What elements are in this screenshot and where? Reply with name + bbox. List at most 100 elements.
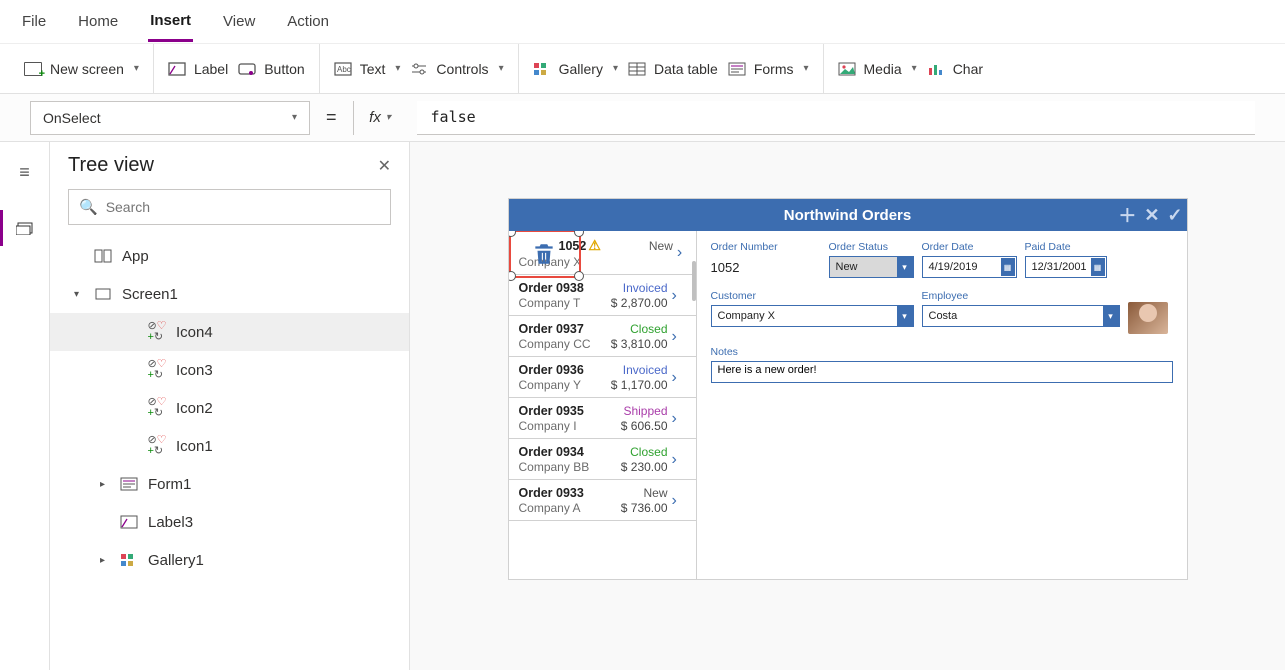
- chevron-right-icon: ›: [677, 244, 693, 262]
- order-row[interactable]: Order 0934Closed›Company BB$ 230.00: [509, 439, 696, 480]
- label-icon: [118, 513, 140, 531]
- order-date-input[interactable]: 4/19/2019 ▦: [922, 256, 1017, 278]
- order-row[interactable]: Order 0933New›Company A$ 736.00: [509, 480, 696, 521]
- tree-node-label: Icon3: [176, 362, 213, 379]
- tree-view-title: Tree view: [68, 154, 154, 177]
- order-row[interactable]: 1052⚠New›Company X: [509, 231, 696, 275]
- tree-node-icon3[interactable]: ⊘♡+↻ Icon3: [50, 351, 409, 389]
- insert-controls-button[interactable]: Controls ▾: [410, 61, 503, 77]
- tree-node-icon4[interactable]: ⊘♡+↻Icon4: [50, 313, 409, 351]
- tree-node-form1[interactable]: ▸Form1: [50, 465, 409, 503]
- order-detail-form: Order Number 1052 Order Status New ▾ Ord…: [697, 231, 1187, 579]
- order-row[interactable]: Order 0936Invoiced›Company Y$ 1,170.00: [509, 357, 696, 398]
- customer-label: Customer: [711, 290, 914, 302]
- chevron-down-icon: ▾: [613, 63, 618, 74]
- tree-node-label: Icon1: [176, 438, 213, 455]
- formula-bar: OnSelect ▾ = fx ▾: [0, 94, 1285, 142]
- screen-icon: [24, 62, 42, 76]
- menu-action[interactable]: Action: [285, 3, 331, 40]
- add-icon[interactable]: ＋: [1118, 202, 1136, 228]
- tree-node-label: Gallery1: [148, 552, 204, 569]
- order-company: Company Y: [519, 378, 596, 392]
- order-status: Closed: [600, 445, 668, 459]
- controls-icon: [410, 62, 428, 76]
- fx-button[interactable]: fx ▾: [353, 101, 407, 135]
- order-number-value: 1052: [711, 256, 821, 278]
- app-titlebar: Northwind Orders ＋ ✕ ✓: [509, 199, 1187, 231]
- menu-insert[interactable]: Insert: [148, 2, 193, 42]
- insert-media-button[interactable]: Media ▾: [838, 61, 917, 77]
- order-amount: $ 230.00: [600, 460, 668, 474]
- insert-text-button[interactable]: Abc Text ▾: [334, 61, 401, 77]
- menu-home[interactable]: Home: [76, 3, 120, 40]
- paid-date-label: Paid Date: [1025, 241, 1173, 253]
- order-row[interactable]: Order 0937Closed›Company CC$ 3,810.00: [509, 316, 696, 357]
- tree-node-screen1[interactable]: ▾Screen1: [50, 275, 409, 313]
- insert-forms-button[interactable]: Forms ▾: [728, 61, 809, 77]
- insert-button-button[interactable]: Button: [238, 61, 304, 77]
- order-row[interactable]: Order 0938Invoiced›Company T$ 2,870.00: [509, 275, 696, 316]
- tree-node-label: Label3: [148, 514, 193, 531]
- expand-toggle-icon[interactable]: ▾: [74, 289, 84, 300]
- order-number: Order 0935: [519, 404, 596, 418]
- order-company: Company BB: [519, 460, 596, 474]
- new-screen-button[interactable]: New screen ▾: [24, 61, 139, 77]
- order-number: Order 0933: [519, 486, 596, 500]
- insert-charts-button[interactable]: Char: [927, 61, 983, 77]
- cancel-icon[interactable]: ✕: [1144, 205, 1159, 226]
- scrollbar-thumb[interactable]: [692, 261, 696, 301]
- warning-icon: ⚠: [588, 237, 601, 253]
- property-selector[interactable]: OnSelect ▾: [30, 101, 310, 135]
- notes-label: Notes: [711, 346, 1173, 358]
- insert-label-button[interactable]: Label: [168, 61, 228, 77]
- notes-input[interactable]: [711, 361, 1173, 383]
- gallery-icon: [533, 62, 551, 76]
- chevron-down-icon: ▾: [395, 63, 400, 74]
- tree-search-input[interactable]: [106, 199, 380, 215]
- order-status-dropdown[interactable]: New ▾: [829, 256, 914, 278]
- calendar-icon: ▦: [1001, 258, 1015, 276]
- insert-gallery-button[interactable]: Gallery ▾: [533, 61, 618, 77]
- tree-node-label3[interactable]: Label3: [50, 503, 409, 541]
- trash-icon[interactable]: [529, 239, 559, 269]
- expand-toggle-icon[interactable]: ▸: [100, 555, 110, 566]
- tree-node-icon2[interactable]: ⊘♡+↻Icon2: [50, 389, 409, 427]
- rail-tree-view[interactable]: [0, 210, 50, 246]
- left-rail: ≡: [0, 142, 50, 670]
- chevron-down-icon: ▾: [897, 306, 913, 326]
- customer-dropdown[interactable]: Company X ▾: [711, 305, 914, 327]
- menu-view[interactable]: View: [221, 3, 257, 40]
- check-icon[interactable]: ✓: [1167, 205, 1182, 226]
- expand-toggle-icon[interactable]: ▸: [100, 479, 110, 490]
- order-amount: $ 606.50: [600, 419, 668, 433]
- order-status: New: [600, 486, 668, 500]
- order-status: New: [605, 239, 673, 253]
- order-company: Company CC: [519, 337, 596, 351]
- tree-node-app[interactable]: App: [50, 237, 409, 275]
- chevron-down-icon: ▾: [897, 257, 913, 277]
- menu-file[interactable]: File: [20, 3, 48, 40]
- paid-date-input[interactable]: 12/31/2001 ▦: [1025, 256, 1107, 278]
- form-icon: [118, 475, 140, 493]
- formula-input[interactable]: [417, 101, 1255, 135]
- icon-group-icon: ⊘♡+↻: [146, 361, 168, 379]
- order-gallery[interactable]: 1052⚠New›Company XOrder 0938Invoiced›Com…: [509, 231, 697, 579]
- property-name: OnSelect: [43, 110, 101, 126]
- insert-media-label: Media: [864, 61, 902, 77]
- insert-datatable-button[interactable]: Data table: [628, 61, 718, 77]
- rail-hamburger[interactable]: ≡: [0, 154, 50, 190]
- order-row[interactable]: Order 0935Shipped›Company I$ 606.50: [509, 398, 696, 439]
- tree-node-icon1[interactable]: ⊘♡+↻Icon1: [50, 427, 409, 465]
- close-icon[interactable]: ✕: [378, 156, 391, 176]
- chevron-right-icon: ›: [672, 287, 688, 305]
- insert-forms-label: Forms: [754, 61, 794, 77]
- tree-search[interactable]: 🔍: [68, 189, 391, 225]
- chevron-right-icon: ›: [672, 369, 688, 387]
- chevron-down-icon: ▾: [803, 63, 808, 74]
- order-date-label: Order Date: [922, 241, 1017, 253]
- employee-dropdown[interactable]: Costa ▾: [922, 305, 1120, 327]
- search-icon: 🔍: [79, 198, 98, 216]
- tree-node-gallery1[interactable]: ▸ Gallery1: [50, 541, 409, 579]
- button-icon: [238, 62, 256, 76]
- order-status: Invoiced: [600, 363, 668, 377]
